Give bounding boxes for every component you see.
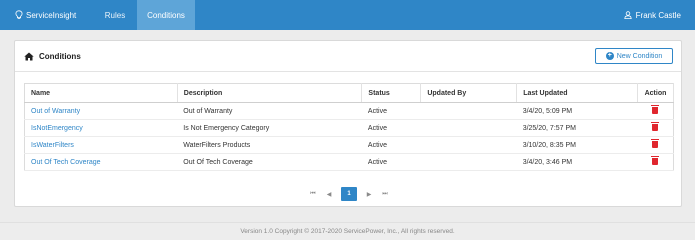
table-row: Out of Warranty Out of Warranty Active 3… (24, 102, 674, 120)
home-icon (24, 52, 34, 60)
new-condition-button[interactable]: + New Condition (595, 48, 673, 64)
footer: Version 1.0 Copyright © 2017-2020 Servic… (0, 222, 695, 240)
column-header-last-updated[interactable]: Last Updated (516, 83, 638, 103)
nav-conditions[interactable]: Conditions (137, 0, 195, 30)
condition-last-updated: 3/4/20, 5:09 PM (516, 102, 638, 120)
condition-status: Active (361, 102, 421, 120)
table-row: IsNotEmergency Is Not Emergency Category… (24, 119, 674, 137)
first-page-button[interactable]: ⏮ (305, 187, 321, 201)
top-navbar: ServiceInsight Rules Conditions Frank Ca… (0, 0, 695, 30)
trash-icon[interactable] (651, 138, 660, 148)
condition-description: Out Of Tech Coverage (177, 153, 362, 171)
table-row: Out Of Tech Coverage Out Of Tech Coverag… (24, 153, 674, 171)
panel-header: Conditions + New Condition (15, 41, 681, 72)
column-header-action: Action (637, 83, 675, 103)
column-header-name[interactable]: Name (24, 83, 178, 103)
trash-icon[interactable] (651, 155, 660, 165)
brand[interactable]: ServiceInsight (0, 0, 93, 30)
condition-updated-by (420, 136, 517, 154)
user-menu[interactable]: Frank Castle (624, 0, 695, 30)
brand-name: ServiceInsight (26, 10, 77, 20)
conditions-panel: Conditions + New Condition Name Descript… (14, 40, 682, 207)
table-header-row: Name Description Status Updated By Last … (24, 83, 675, 103)
condition-updated-by (420, 153, 517, 171)
condition-name-link[interactable]: Out of Warranty (24, 102, 178, 120)
condition-description: Out of Warranty (177, 102, 362, 120)
condition-status: Active (361, 136, 421, 154)
page-1-button[interactable]: 1 (341, 187, 357, 201)
column-header-status[interactable]: Status (361, 83, 422, 103)
trash-icon[interactable] (651, 121, 660, 131)
condition-last-updated: 3/25/20, 7:57 PM (516, 119, 638, 137)
prev-page-button[interactable]: ◀ (321, 187, 337, 201)
action-cell (637, 119, 674, 137)
action-cell (637, 136, 674, 154)
condition-updated-by (420, 102, 517, 120)
new-condition-label: New Condition (616, 52, 663, 60)
user-name: Frank Castle (635, 10, 681, 20)
column-header-description[interactable]: Description (177, 83, 363, 103)
condition-last-updated: 3/4/20, 3:46 PM (516, 153, 638, 171)
condition-status: Active (361, 153, 421, 171)
column-header-updated-by[interactable]: Updated By (420, 83, 518, 103)
lightbulb-icon (15, 10, 23, 20)
action-cell (637, 153, 674, 171)
condition-status: Active (361, 119, 421, 137)
table-row: IsWaterFilters WaterFilters Products Act… (24, 136, 674, 154)
page-title-text: Conditions (39, 51, 81, 61)
conditions-table: Name Description Status Updated By Last … (24, 83, 675, 171)
trash-icon[interactable] (651, 104, 660, 114)
last-page-button[interactable]: ⏭ (377, 187, 393, 201)
nav-rules[interactable]: Rules (93, 0, 137, 30)
condition-description: Is Not Emergency Category (177, 119, 362, 137)
pagination: ⏮ ◀ 1 ▶ ⏭ (15, 186, 683, 202)
page-title: Conditions (24, 52, 81, 61)
plus-circle-icon: + (605, 52, 614, 60)
condition-name-link[interactable]: Out Of Tech Coverage (24, 153, 178, 171)
condition-last-updated: 3/10/20, 8:35 PM (516, 136, 638, 154)
next-page-button[interactable]: ▶ (361, 187, 377, 201)
action-cell (637, 102, 674, 120)
condition-description: WaterFilters Products (177, 136, 362, 154)
condition-name-link[interactable]: IsNotEmergency (24, 119, 178, 137)
footer-copyright: Version 1.0 Copyright © 2017-2020 Servic… (240, 228, 455, 235)
condition-name-link[interactable]: IsWaterFilters (24, 136, 178, 154)
user-icon (624, 11, 632, 19)
condition-updated-by (420, 119, 517, 137)
